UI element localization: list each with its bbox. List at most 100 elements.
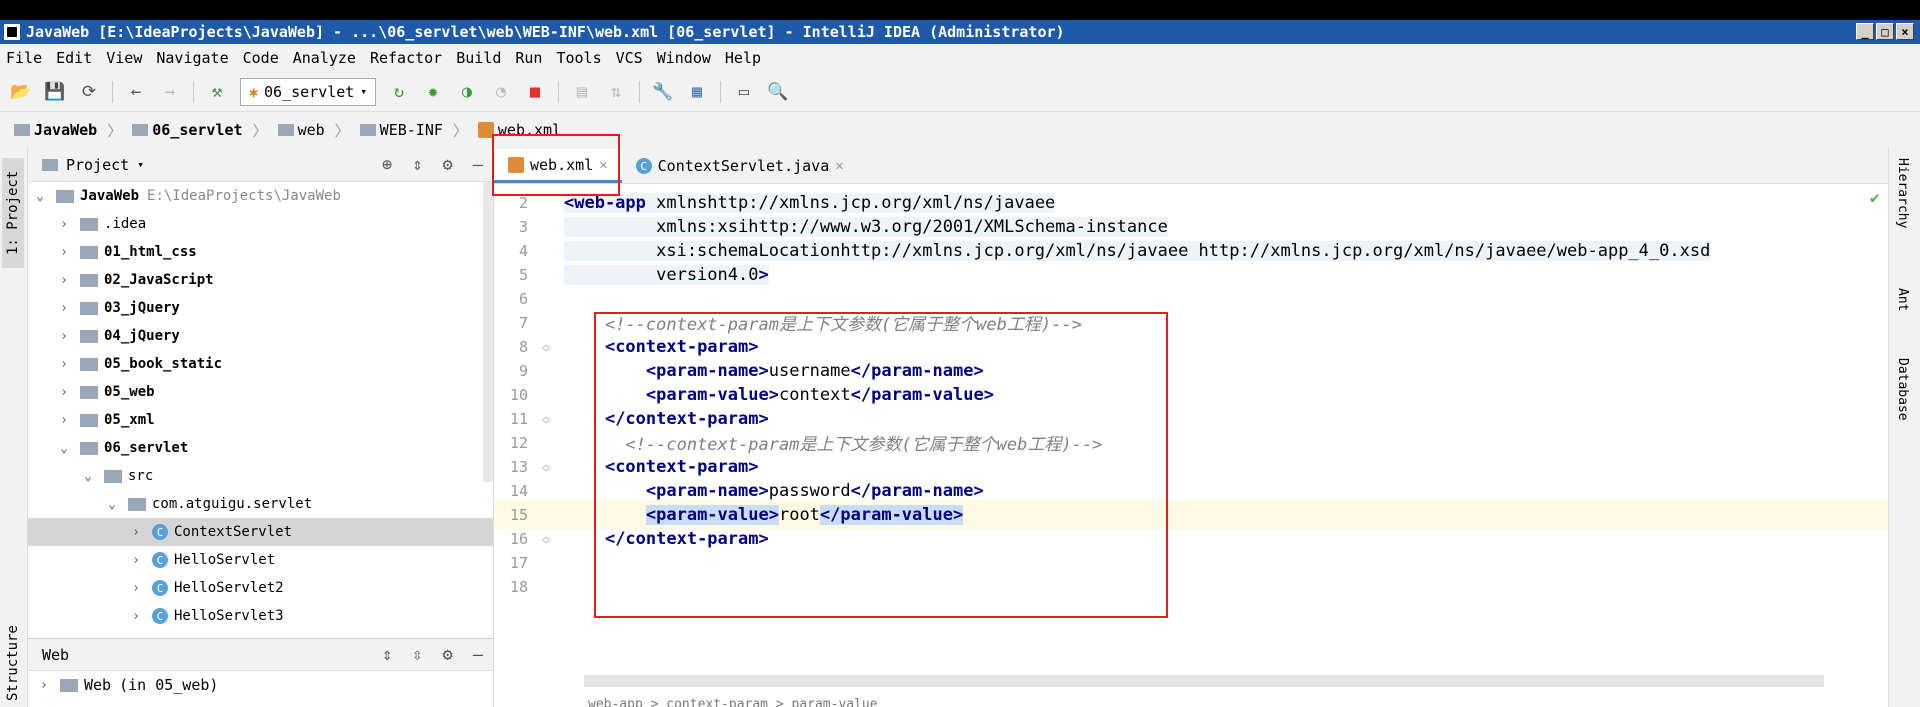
menu-refactor[interactable]: Refactor	[370, 49, 442, 67]
tree-item[interactable]: › 05_xml	[28, 406, 493, 434]
profile-icon[interactable]: ◔	[490, 81, 512, 103]
tree-item[interactable]: › 04_jQuery	[28, 322, 493, 350]
hide-icon[interactable]: —	[473, 645, 483, 665]
collapse-all-icon[interactable]: ⇳	[412, 645, 422, 665]
structure-tool-tab[interactable]: Structure	[2, 618, 24, 707]
tree-item[interactable]: ⌄ JavaWeb E:\IdeaProjects\JavaWeb	[28, 182, 493, 210]
tree-item[interactable]: › C HelloServlet2	[28, 574, 493, 602]
menu-analyze[interactable]: Analyze	[293, 49, 356, 67]
tree-item[interactable]: › 03_jQuery	[28, 294, 493, 322]
chevron-down-icon[interactable]: ⌄	[104, 497, 120, 512]
chevron-right-icon[interactable]: ›	[128, 581, 144, 596]
class-icon: C	[152, 524, 168, 540]
tree-item[interactable]: › 05_web	[28, 378, 493, 406]
search-icon[interactable]: 🔍	[767, 81, 789, 103]
chevron-right-icon[interactable]: ›	[36, 678, 52, 693]
fold-marker: ◇	[542, 411, 550, 426]
tree-item[interactable]: › 05_book_static	[28, 350, 493, 378]
chevron-right-icon[interactable]: ›	[56, 385, 72, 400]
hide-icon[interactable]: —	[473, 155, 483, 175]
xml-path-breadcrumb: web-app > context-param > param-value	[588, 697, 878, 707]
chevron-right-icon[interactable]: ›	[56, 273, 72, 288]
debug-icon[interactable]: ✹	[422, 81, 444, 103]
coverage-icon[interactable]: ◑	[456, 81, 478, 103]
build-hammer-icon[interactable]: ⚒	[206, 81, 228, 103]
breadcrumb-item[interactable]: 06_servlet 〉	[132, 120, 268, 141]
folder-icon	[277, 124, 294, 136]
menu-help[interactable]: Help	[725, 49, 761, 67]
menu-build[interactable]: Build	[456, 49, 501, 67]
tab-context-servlet[interactable]: C ContextServlet.java ✕	[622, 149, 858, 183]
tree-item[interactable]: › 02_JavaScript	[28, 266, 493, 294]
menu-view[interactable]: View	[106, 49, 142, 67]
tree-item[interactable]: › .idea	[28, 210, 493, 238]
chevron-right-icon[interactable]: ›	[56, 217, 72, 232]
close-window-button[interactable]: ×	[1896, 23, 1914, 40]
chevron-right-icon[interactable]: ›	[128, 525, 144, 540]
tree-item[interactable]: › C HelloServlet	[28, 546, 493, 574]
update-icon[interactable]: ⇅	[605, 81, 627, 103]
tree-item[interactable]: ⌄ src	[28, 462, 493, 490]
chevron-down-icon[interactable]: ⌄	[32, 189, 48, 204]
menu-run[interactable]: Run	[515, 49, 542, 67]
class-icon: C	[152, 552, 168, 568]
sync-icon[interactable]: ⟳	[78, 81, 100, 103]
tree-item[interactable]: › C HelloServlet3	[28, 602, 493, 630]
tree-item[interactable]: › 01_html_css	[28, 238, 493, 266]
collapse-all-icon[interactable]: ⇕	[412, 155, 422, 175]
gear-icon[interactable]: ⚙	[443, 645, 453, 665]
project-panel-title[interactable]: Project	[66, 156, 129, 174]
folder-icon	[80, 385, 98, 399]
tree-item-label: 05_xml	[104, 412, 155, 428]
maximize-button[interactable]: □	[1876, 23, 1894, 40]
expand-all-icon[interactable]: ⇕	[382, 645, 392, 665]
web-facet-item[interactable]: › Web (in 05_web)	[28, 671, 493, 699]
stop-icon[interactable]: ■	[524, 81, 546, 103]
settings-wrench-icon[interactable]: 🔧	[652, 81, 674, 103]
run-config-select[interactable]: ✱ 06_servlet ▾	[240, 77, 376, 106]
ant-tool-tab[interactable]: Ant	[1895, 288, 1910, 311]
chevron-down-icon[interactable]: ⌄	[56, 441, 72, 456]
chevron-right-icon[interactable]: ›	[56, 329, 72, 344]
back-icon[interactable]: ←	[125, 81, 147, 103]
menu-navigate[interactable]: Navigate	[156, 49, 228, 67]
open-icon[interactable]: 📂	[10, 81, 32, 103]
forward-icon[interactable]: →	[159, 81, 181, 103]
chevron-right-icon[interactable]: ›	[56, 357, 72, 372]
menu-edit[interactable]: Edit	[56, 49, 92, 67]
line-number: 18	[509, 577, 528, 596]
database-tool-tab[interactable]: Database	[1895, 358, 1910, 421]
menu-vcs[interactable]: VCS	[616, 49, 643, 67]
minimize-button[interactable]: _	[1856, 23, 1874, 40]
tree-item[interactable]: › C ContextServlet	[28, 518, 493, 546]
tree-item[interactable]: ⌄ com.atguigu.servlet	[28, 490, 493, 518]
chevron-down-icon[interactable]: ⌄	[80, 469, 96, 484]
gear-icon[interactable]: ⚙	[443, 155, 453, 175]
run-icon[interactable]: ↻	[388, 81, 410, 103]
code-text: xsi:schemaLocationhttp://xmlns.jcp.org/x…	[564, 240, 1711, 261]
project-tool-tab[interactable]: 1: Project	[2, 158, 24, 268]
chevron-right-icon[interactable]: ›	[56, 413, 72, 428]
terminal-icon[interactable]: ▭	[733, 81, 755, 103]
breadcrumb-item[interactable]: JavaWeb 〉	[14, 120, 122, 141]
chevron-right-icon[interactable]: ›	[56, 245, 72, 260]
menu-code[interactable]: Code	[243, 49, 279, 67]
chevron-right-icon[interactable]: ›	[56, 301, 72, 316]
chevron-right-icon[interactable]: ›	[128, 553, 144, 568]
save-icon[interactable]: 💾	[44, 81, 66, 103]
locate-icon[interactable]: ⊕	[382, 155, 392, 175]
close-icon[interactable]: ✕	[835, 158, 843, 174]
chevron-right-icon[interactable]: ›	[128, 609, 144, 624]
chevron-down-icon[interactable]: ▾	[137, 158, 144, 171]
hierarchy-tool-tab[interactable]: Hierarchy	[1895, 158, 1910, 228]
menu-file[interactable]: File	[6, 49, 42, 67]
menu-tools[interactable]: Tools	[556, 49, 601, 67]
breadcrumb-item[interactable]: web 〉	[277, 120, 350, 141]
tree-item[interactable]: ⌄ 06_servlet	[28, 434, 493, 462]
menu-window[interactable]: Window	[657, 49, 711, 67]
breadcrumb-item[interactable]: WEB-INF 〉	[359, 120, 468, 141]
project-structure-icon[interactable]: ▦	[686, 81, 708, 103]
horizontal-scrollbar[interactable]	[584, 675, 1824, 687]
attach-icon[interactable]: ▤	[571, 81, 593, 103]
line-number: 3	[518, 217, 528, 236]
